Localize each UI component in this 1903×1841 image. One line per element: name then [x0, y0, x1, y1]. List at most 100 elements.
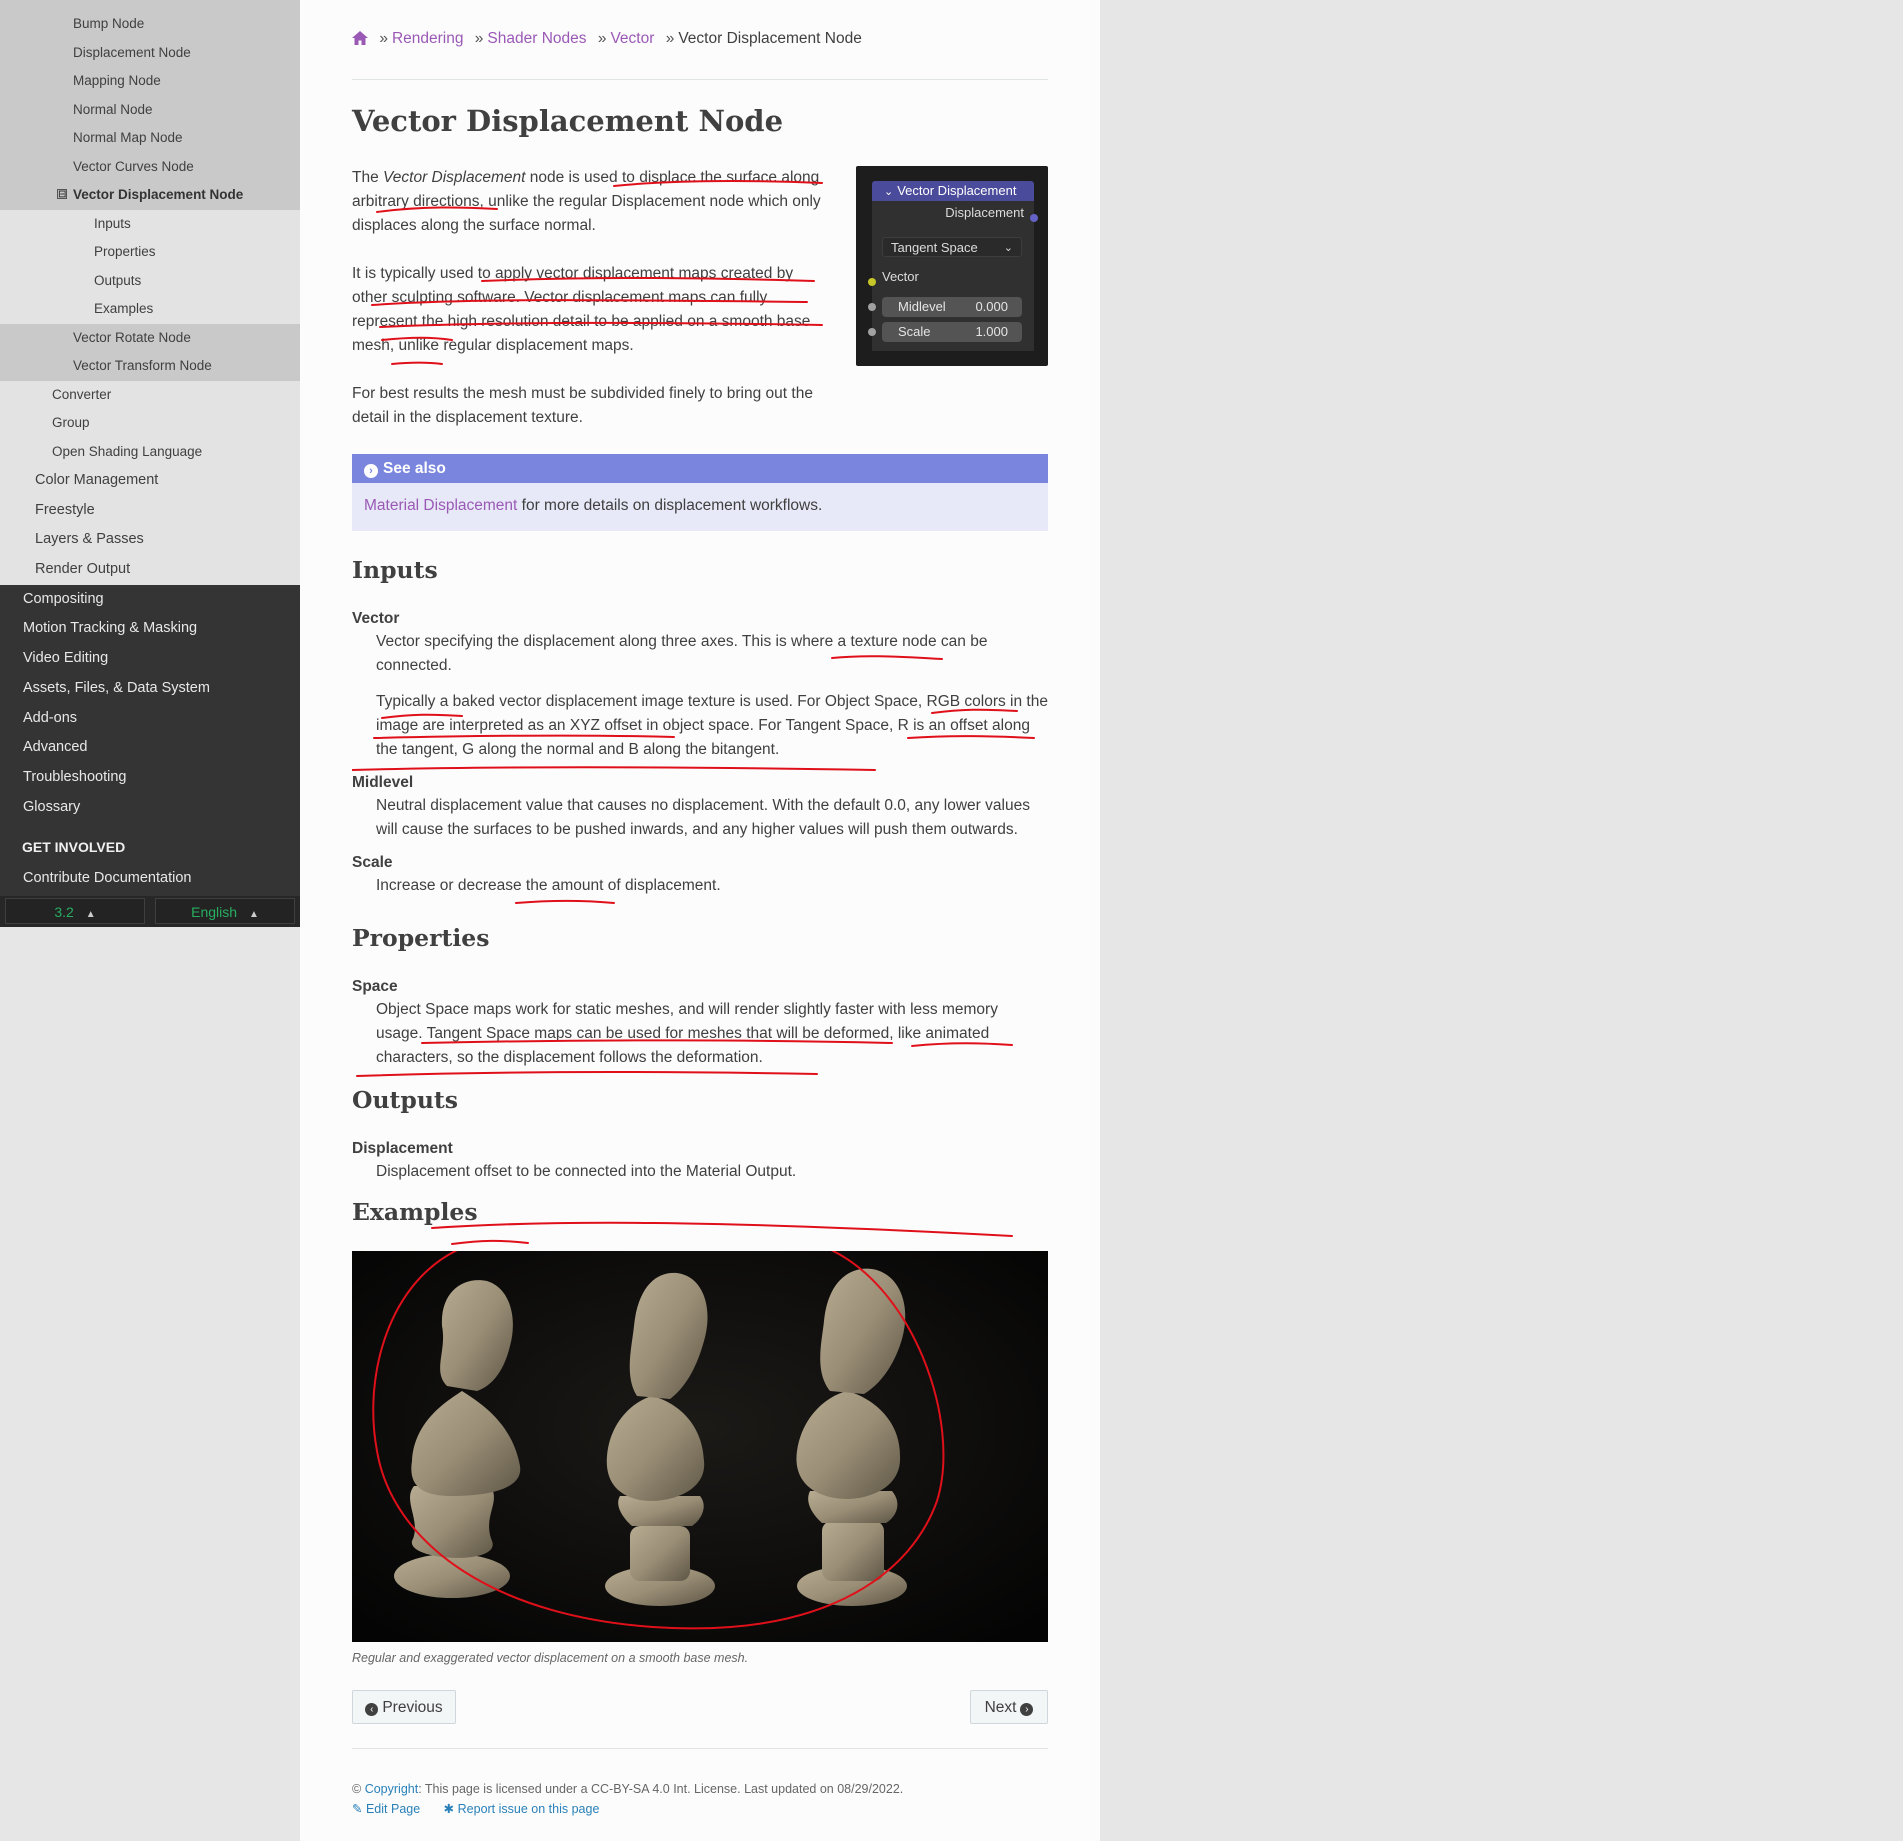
- node-input-vector: Vector: [882, 269, 919, 284]
- bug-icon: ✱: [443, 1802, 455, 1816]
- sidebar-item-freestyle[interactable]: Freestyle: [0, 495, 300, 526]
- breadcrumb-shader-nodes[interactable]: Shader Nodes: [487, 30, 586, 47]
- midlevel-value: 0.000: [975, 299, 1008, 314]
- edit-page-link[interactable]: ✎ Edit Page: [352, 1802, 424, 1816]
- midlevel-field: Midlevel 0.000: [882, 297, 1022, 317]
- sidebar-item-open-shading-language[interactable]: Open Shading Language: [0, 437, 300, 466]
- see-also-body: Material Displacement for more details o…: [352, 483, 1048, 529]
- collapse-toggle-icon[interactable]: ⊟: [57, 189, 67, 200]
- breadcrumb-vector[interactable]: Vector: [610, 30, 654, 47]
- sidebar-item-layers-passes[interactable]: Layers & Passes: [0, 525, 300, 556]
- sidebar-item-compositing[interactable]: Compositing: [0, 584, 300, 615]
- sidebar-item-vector-curves-node[interactable]: Vector Curves Node: [0, 152, 300, 181]
- scale-term: Scale: [352, 854, 393, 871]
- space-dropdown-value: Tangent Space: [891, 240, 978, 255]
- arrow-circle-right-icon: ›: [364, 464, 378, 478]
- sidebar-item-displacement-node[interactable]: Displacement Node: [0, 38, 300, 67]
- annotation-underline: [356, 1070, 818, 1077]
- vector-term: Vector: [352, 610, 400, 627]
- annotation-underline: [352, 766, 876, 771]
- sidebar-item-video-editing[interactable]: Video Editing: [0, 644, 300, 674]
- sidebar-item-group[interactable]: Group: [0, 409, 300, 438]
- see-also-admonition: › See also Material Displacement for more…: [352, 454, 1048, 531]
- space-dropdown: Tangent Space ⌄: [882, 237, 1022, 257]
- sidebar-item-label: Vector Displacement Node: [73, 187, 244, 202]
- version-selector[interactable]: 3.2 ▲: [5, 898, 145, 924]
- displacement-term: Displacement: [352, 1140, 453, 1157]
- intro-paragraph-3: For best results the mesh must be subdiv…: [352, 385, 813, 426]
- input-socket-icon: [868, 303, 876, 311]
- node-header: ⌄ Vector Displacement: [872, 181, 1034, 201]
- sidebar-item-vector-rotate-node[interactable]: Vector Rotate Node: [0, 323, 300, 352]
- sidebar-item-normal-node[interactable]: Normal Node: [0, 95, 300, 124]
- chevron-down-icon: ⌄: [1003, 242, 1013, 254]
- sidebar-item-render-output[interactable]: Render Output: [0, 555, 300, 585]
- sidebar-item-add-ons[interactable]: Add-ons: [0, 703, 300, 734]
- caret-up-icon: ▲: [248, 909, 259, 920]
- sidebar-item-glossary[interactable]: Glossary: [0, 792, 300, 823]
- sidebar-item-contribute[interactable]: Contribute Documentation: [0, 864, 300, 894]
- see-also-text: for more details on displacement workflo…: [517, 497, 823, 514]
- input-socket-icon: [868, 328, 876, 336]
- sidebar-item-vector-displacement-node[interactable]: ⊟ Vector Displacement Node: [0, 181, 300, 210]
- language-selector[interactable]: English ▲: [155, 898, 295, 924]
- arrow-circle-left-icon: ‹: [365, 1703, 379, 1716]
- edit-icon: ✎: [352, 1802, 363, 1816]
- sidebar-item-normal-map-node[interactable]: Normal Map Node: [0, 124, 300, 153]
- footer-license: © Copyright: This page is licensed under…: [352, 1779, 903, 1799]
- output-socket-icon: [1030, 214, 1038, 222]
- scale-value: 1.000: [975, 324, 1008, 339]
- sidebar-item-advanced[interactable]: Advanced: [0, 733, 300, 763]
- midlevel-label: Midlevel: [898, 299, 946, 314]
- node-screenshot: ⌄ Vector Displacement Displacement Tangen…: [856, 166, 1048, 366]
- next-label: Next: [984, 1699, 1017, 1716]
- breadcrumb-rendering[interactable]: Rendering: [392, 30, 464, 47]
- breadcrumb-separator: »: [474, 30, 484, 47]
- node-body: Displacement Tangent Space ⌄ Vector Midl…: [872, 201, 1034, 351]
- sidebar-item-troubleshooting[interactable]: Troubleshooting: [0, 762, 300, 793]
- sidebar-item-examples[interactable]: Examples: [0, 295, 300, 324]
- scale-field: Scale 1.000: [882, 322, 1022, 342]
- intro-paragraph-2: It is typically used to apply vector dis…: [352, 265, 811, 354]
- footer-links: ✎ Edit Page ✱ Report issue on this page: [352, 1799, 903, 1819]
- sidebar-item-outputs[interactable]: Outputs: [0, 266, 300, 295]
- chevron-down-icon: ⌄: [884, 186, 894, 198]
- sidebar-item-color-management[interactable]: Color Management: [0, 466, 300, 496]
- vector-description-detail: Typically a baked vector displacement im…: [376, 693, 1048, 758]
- previous-button[interactable]: ‹ Previous: [352, 1690, 456, 1724]
- copyright-link[interactable]: Copyright: [365, 1782, 419, 1796]
- material-displacement-link[interactable]: Material Displacement: [364, 497, 517, 514]
- sidebar-item-inputs[interactable]: Inputs: [0, 209, 300, 238]
- see-also-title: › See also: [352, 454, 1048, 483]
- home-icon[interactable]: [352, 31, 368, 50]
- next-button[interactable]: Next ›: [970, 1690, 1048, 1724]
- sidebar-item-assets-files[interactable]: Assets, Files, & Data System: [0, 673, 300, 704]
- annotation-underline: [515, 899, 615, 904]
- node-title: Vector Displacement: [897, 183, 1017, 198]
- breadcrumb-separator: »: [665, 30, 675, 47]
- caret-up-icon: ▲: [85, 909, 96, 920]
- sidebar-item-motion-tracking[interactable]: Motion Tracking & Masking: [0, 614, 300, 645]
- breadcrumb: » Rendering » Shader Nodes » Vector » Vector…: [352, 30, 862, 50]
- space-description: Object Space maps work for static meshes…: [376, 1001, 998, 1066]
- sidebar-item-bump-node[interactable]: Bump Node: [0, 10, 300, 39]
- example-render-image: [352, 1251, 1048, 1642]
- scale-label: Scale: [898, 324, 931, 339]
- report-issue-label: Report issue on this page: [457, 1802, 600, 1816]
- previous-label: Previous: [382, 1699, 443, 1716]
- sidebar-item-converter[interactable]: Converter: [0, 380, 300, 409]
- sidebar-top-spacer: [0, 0, 300, 10]
- version-bar: 3.2 ▲ English ▲: [0, 896, 300, 927]
- version-label: 3.2: [54, 904, 74, 920]
- sidebar-item-properties[interactable]: Properties: [0, 238, 300, 267]
- breadcrumb-current: Vector Displacement Node: [678, 30, 862, 47]
- breadcrumb-separator: »: [597, 30, 607, 47]
- sidebar-item-vector-transform-node[interactable]: Vector Transform Node: [0, 352, 300, 381]
- report-issue-link[interactable]: ✱ Report issue on this page: [444, 1802, 600, 1816]
- input-socket-icon: [868, 278, 876, 286]
- intro-paragraph-1: The Vector Displacement node is used to …: [352, 166, 832, 238]
- sidebar-item-mapping-node[interactable]: Mapping Node: [0, 67, 300, 96]
- divider: [352, 79, 1048, 80]
- image-caption: Regular and exaggerated vector displacem…: [352, 1651, 749, 1665]
- annotation-underline: [431, 1221, 1013, 1237]
